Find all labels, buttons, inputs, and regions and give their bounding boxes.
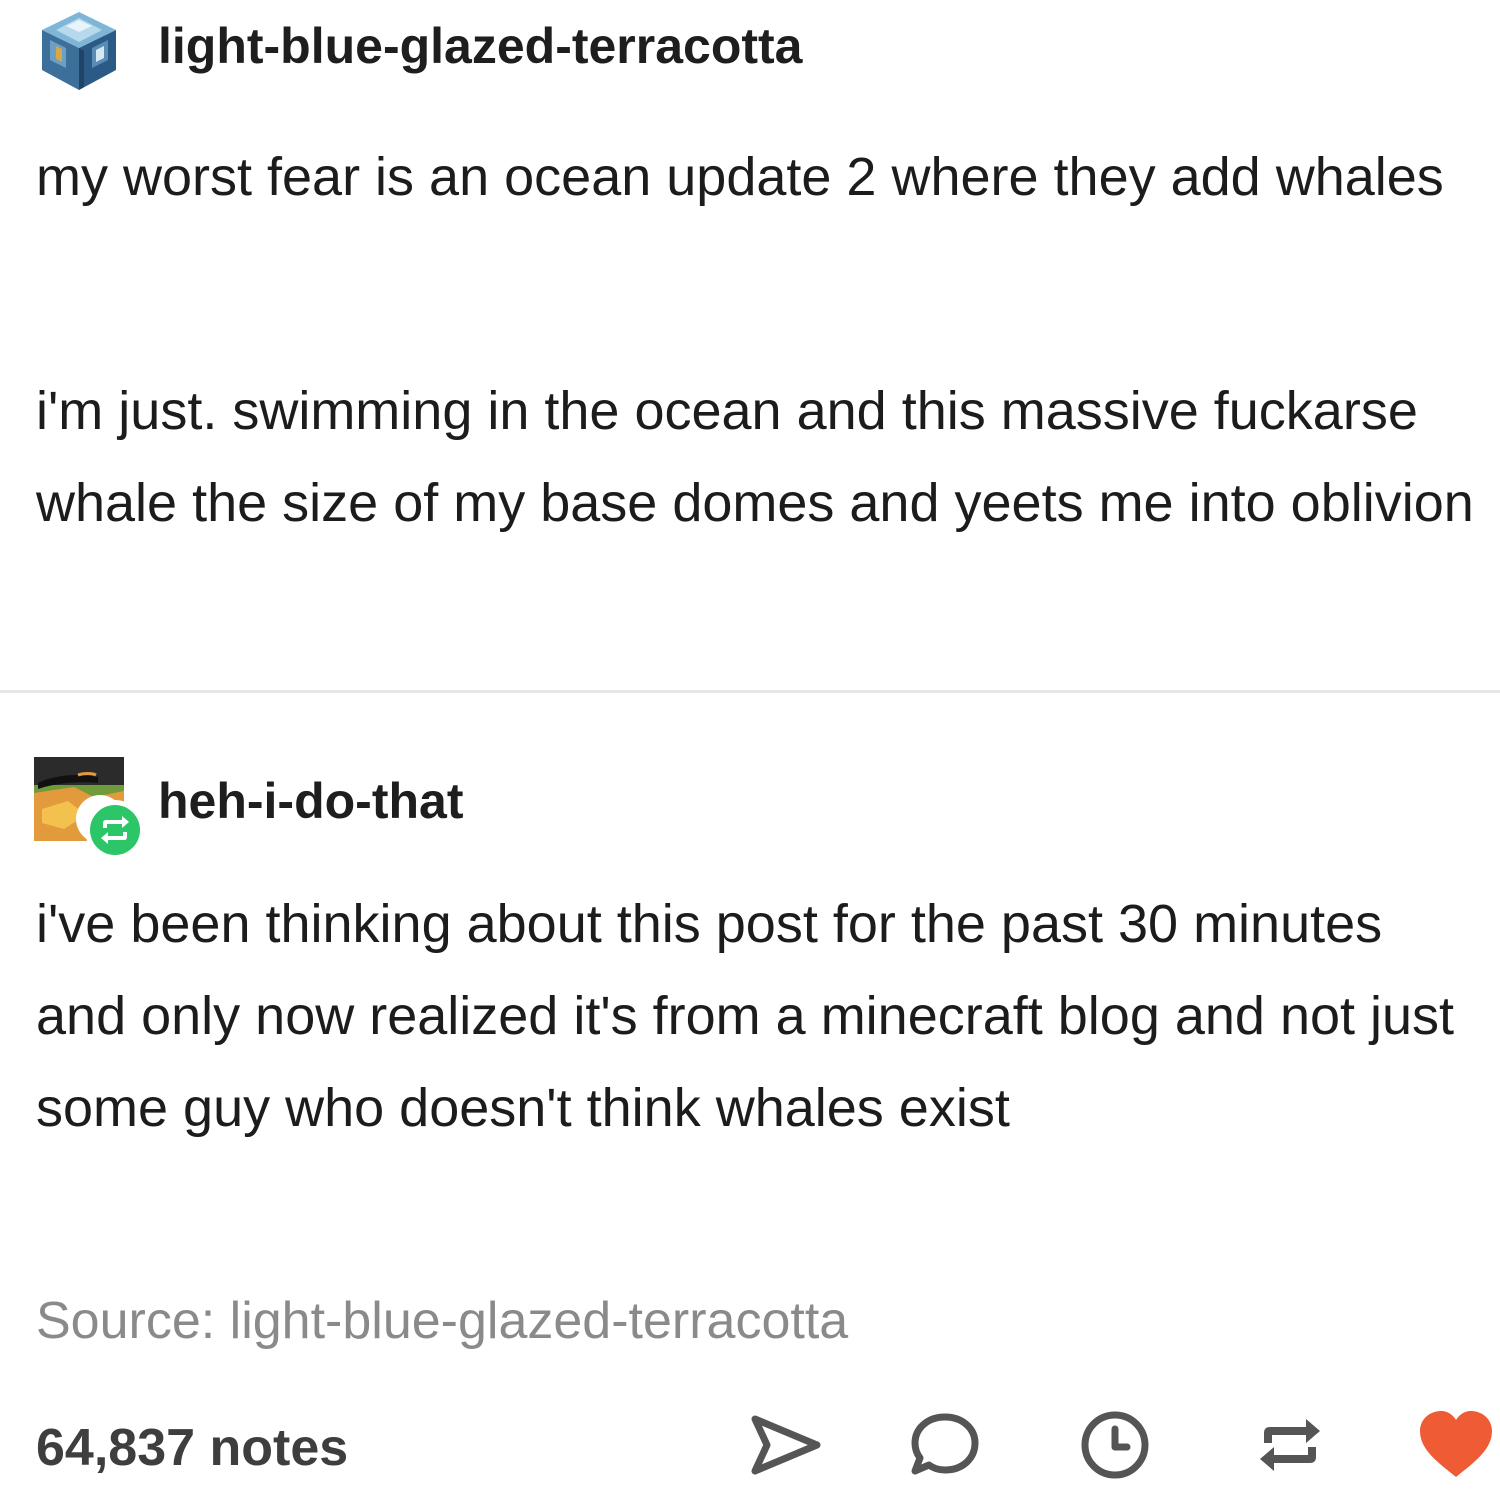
post-paragraph: i'm just. swimming in the ocean and this… bbox=[36, 381, 1474, 533]
reblog-badge-icon bbox=[85, 800, 145, 860]
reply-icon[interactable] bbox=[905, 1405, 985, 1485]
reblogger-username[interactable]: heh-i-do-that bbox=[158, 771, 463, 831]
reblog-post: heh-i-do-that i've been thinking about t… bbox=[0, 693, 1500, 1500]
source-link[interactable]: Source: light-blue-glazed-terracotta bbox=[36, 1289, 848, 1353]
clock-icon[interactable] bbox=[1075, 1405, 1155, 1485]
post-paragraph: i've been thinking about this post for t… bbox=[36, 894, 1455, 1138]
original-poster-username[interactable]: light-blue-glazed-terracotta bbox=[158, 16, 802, 76]
reblog-icon[interactable] bbox=[1250, 1405, 1330, 1485]
heart-icon[interactable] bbox=[1416, 1405, 1496, 1485]
notes-count[interactable]: 64,837 notes bbox=[36, 1416, 348, 1480]
original-post: light-blue-glazed-terracotta my worst fe… bbox=[0, 0, 1500, 690]
share-icon[interactable] bbox=[745, 1405, 825, 1485]
glazed-terracotta-block-icon[interactable] bbox=[36, 8, 122, 94]
post-paragraph: my worst fear is an ocean update 2 where… bbox=[36, 147, 1444, 207]
